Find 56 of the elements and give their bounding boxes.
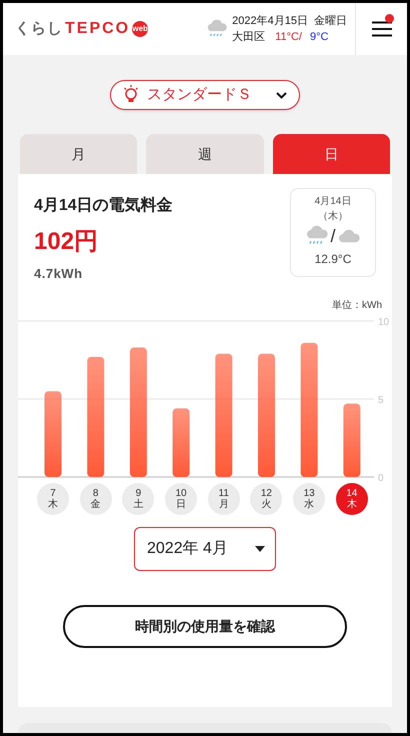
axis-tick-label: 0 — [378, 472, 384, 484]
usage-bar[interactable] — [215, 353, 232, 476]
plan-selector[interactable]: スタンダードＳ — [110, 80, 300, 110]
day-button[interactable]: 13 水 — [293, 482, 326, 514]
day-button[interactable]: 8 金 — [80, 482, 112, 514]
month-dropdown[interactable]: 2022年 4月 — [134, 526, 276, 570]
menu-icon[interactable] — [372, 21, 392, 37]
dropdown-caret-icon — [255, 546, 265, 552]
period-tab[interactable]: 日 — [272, 134, 390, 174]
chevron-down-icon — [276, 92, 287, 98]
logo-brand: TEPCO — [65, 19, 130, 39]
x-tick-label: 9 — [136, 488, 142, 498]
forecast-temperature: 12.9°C — [314, 250, 352, 268]
x-tick-label: 12 — [260, 488, 272, 498]
usage-bar[interactable] — [343, 403, 360, 476]
forecast-date: 4月14日 — [314, 195, 352, 209]
area-name: 大田区 — [232, 30, 266, 45]
logo-prefix: くらし — [15, 18, 63, 39]
current-date: 2022年4月15日 — [232, 14, 308, 29]
usage-bar[interactable] — [87, 356, 104, 476]
summary-title: 4月14日の電気料金 — [34, 196, 173, 216]
day-button[interactable]: 14 木 — [336, 482, 368, 514]
unit-label: 単位：kWh — [332, 298, 382, 312]
axis-tick-label: 10 — [378, 316, 390, 328]
usage-bar[interactable] — [258, 353, 275, 476]
light-bulb-icon — [123, 85, 139, 105]
x-tick-label: 13 — [304, 488, 315, 498]
x-tick-label: 14 — [346, 488, 358, 498]
logo-badge: web — [132, 21, 148, 37]
x-tick-label: 11 — [218, 488, 229, 498]
day-button[interactable]: 7 木 — [37, 482, 69, 514]
usage-bar[interactable] — [130, 347, 147, 476]
usage-bar[interactable] — [172, 408, 190, 476]
day-button[interactable]: 10 日 — [165, 482, 198, 514]
low-temperature: 9°C — [310, 30, 328, 45]
x-tick-label: 10 — [176, 488, 187, 498]
day-button[interactable]: 9 土 — [122, 482, 154, 514]
axis-tick-label: 5 — [378, 394, 384, 406]
cloud-icon — [336, 228, 360, 243]
rain-cloud-icon — [206, 19, 228, 39]
usage-bar[interactable] — [44, 390, 62, 476]
usage-bar[interactable] — [300, 342, 318, 476]
usage-amount: 4.7kWh — [34, 265, 84, 283]
high-temperature: 11°C/ — [275, 30, 302, 45]
x-tick-label: 7 — [50, 488, 56, 498]
rain-cloud-icon — [305, 225, 330, 247]
period-tab[interactable]: 週 — [146, 134, 264, 174]
price-amount: 102円 — [34, 227, 100, 257]
weather-separator: / — [330, 226, 336, 245]
day-button[interactable]: 11 月 — [208, 482, 240, 514]
current-weekday: 金曜日 — [314, 14, 347, 29]
forecast-weekday: （木） — [318, 210, 348, 224]
hourly-usage-button[interactable]: 時間別の使用量を確認 — [63, 604, 347, 648]
day-button[interactable]: 12 火 — [250, 482, 282, 514]
period-tab[interactable]: 月 — [20, 134, 138, 174]
x-tick-label: 8 — [92, 488, 98, 498]
